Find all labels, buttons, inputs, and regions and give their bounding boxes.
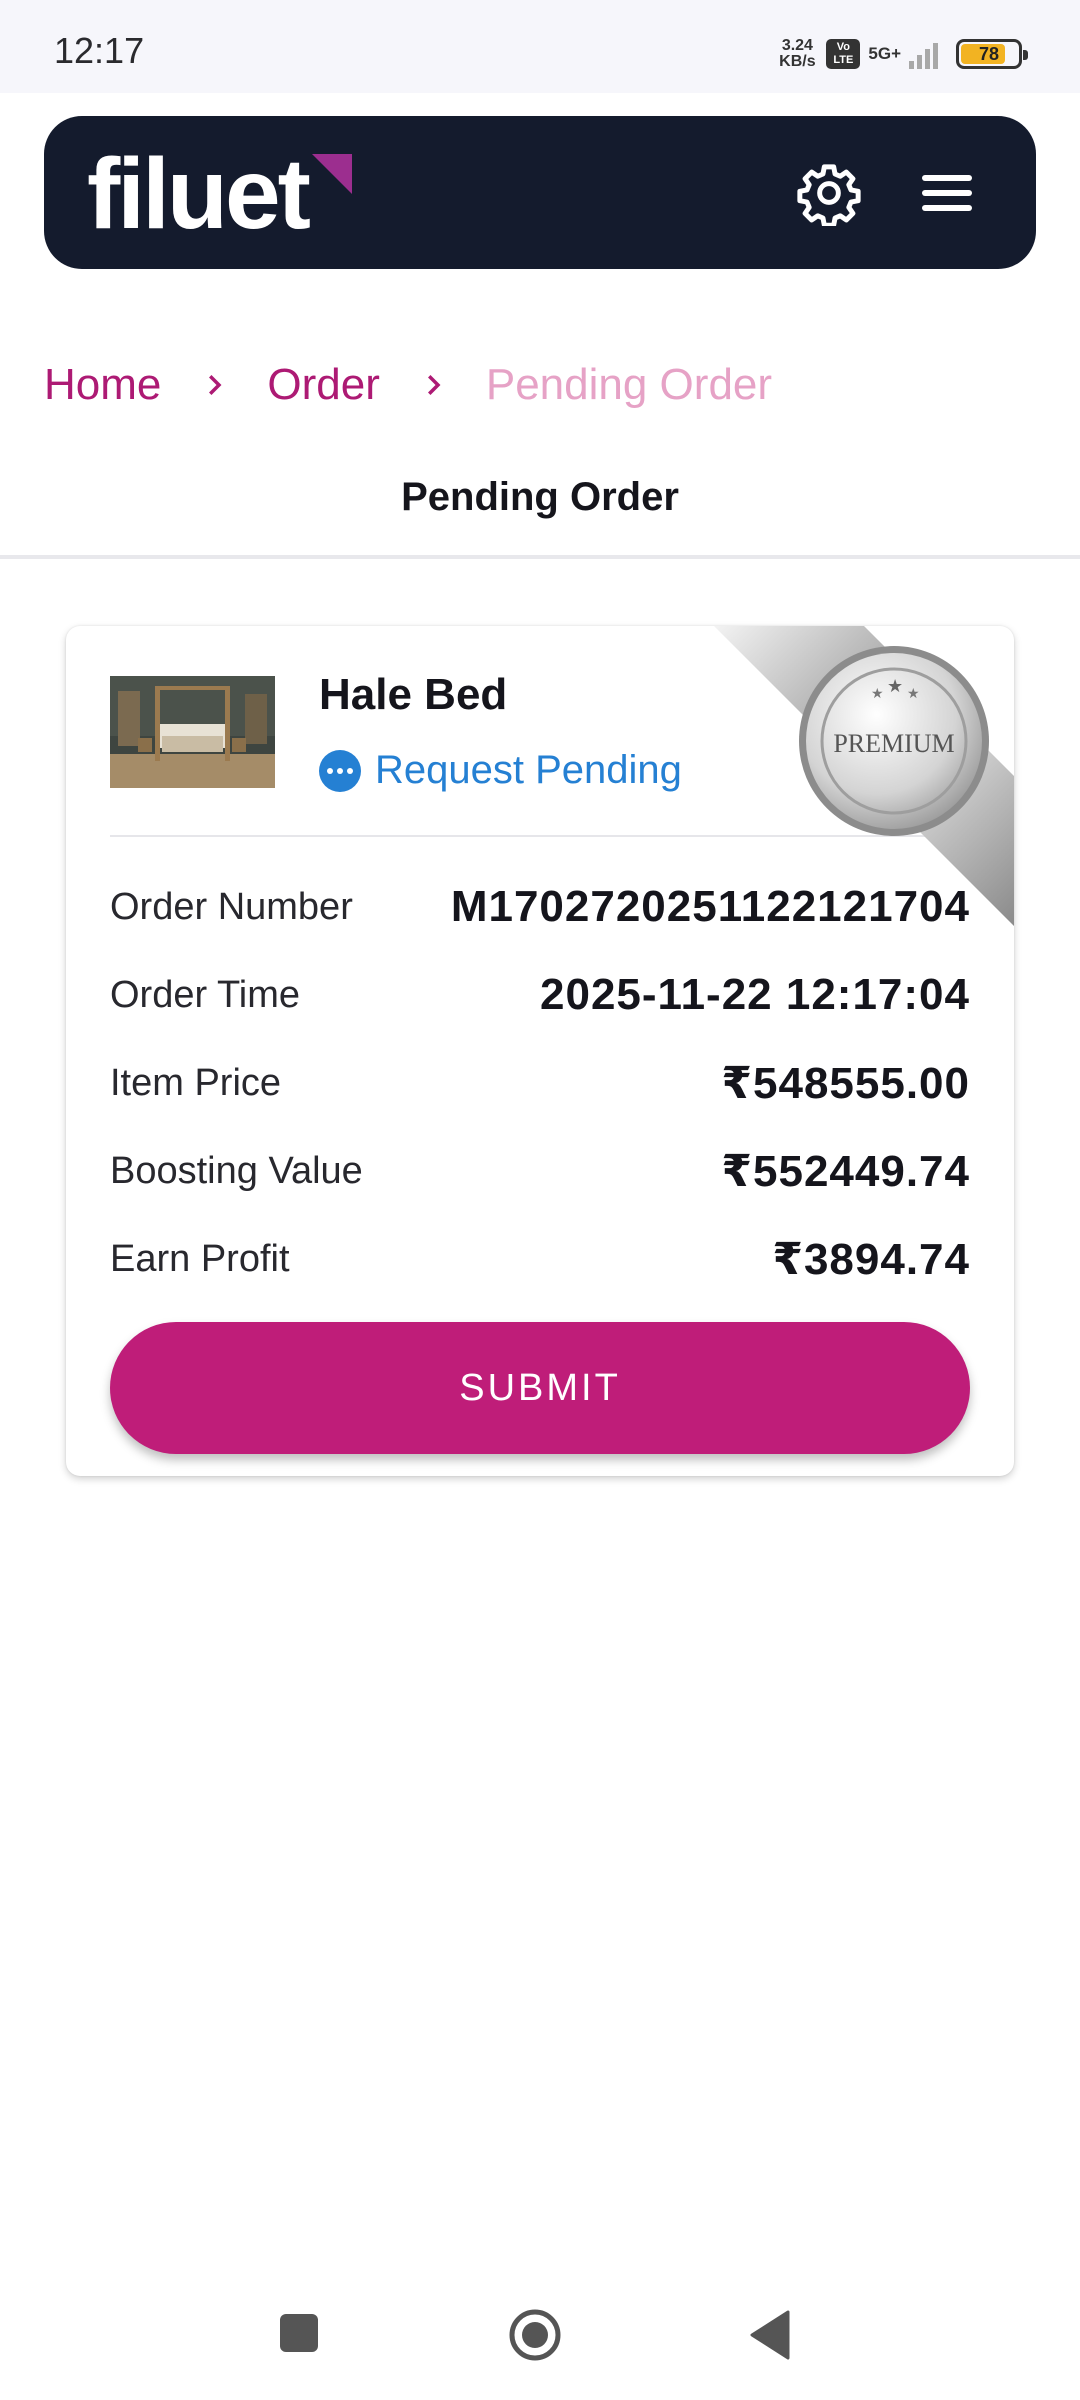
info-label: Order Time [110, 973, 301, 1016]
product-name: Hale Bed [319, 670, 508, 719]
menu-icon [922, 175, 972, 181]
status-label: Request Pending [375, 748, 682, 792]
battery-icon: 78 [956, 39, 1028, 69]
pending-dots-icon [319, 749, 361, 792]
svg-text:PREMIUM: PREMIUM [833, 729, 954, 758]
battery-level: 78 [978, 44, 1000, 64]
info-value: M1702720251122121704 [450, 882, 970, 931]
volte-icon: Vo LTE [826, 39, 861, 69]
breadcrumb: Home Order Pending Order [44, 360, 772, 410]
menu-button[interactable] [914, 160, 980, 226]
product-thumbnail [110, 676, 275, 788]
info-label: Boosting Value [110, 1149, 363, 1192]
logo-accent [312, 154, 352, 194]
order-time-row: Order Time 2025-11-22 12:17:04 [110, 965, 970, 1025]
breadcrumb-home[interactable]: Home [44, 360, 161, 410]
status-icons: 3.24 KB/s Vo LTE 5G+ 78 [776, 34, 1028, 74]
boosting-value-row: Boosting Value ₹552449.74 [110, 1141, 970, 1201]
status-time: 12:17 [54, 30, 145, 71]
chevron-right-icon [209, 375, 222, 395]
info-value: ₹548555.00 [721, 1058, 970, 1108]
info-value: ₹3894.74 [772, 1234, 970, 1284]
filuet-logo[interactable]: filuet [87, 144, 311, 244]
network-speed: 3.24 KB/s [779, 37, 816, 70]
app-header: filuet [44, 116, 1036, 269]
settings-button[interactable] [796, 160, 862, 228]
svg-text:★: ★ [907, 686, 920, 702]
page-title: Pending Order [401, 475, 679, 519]
info-value: 2025-11-22 12:17:04 [540, 970, 970, 1019]
recent-apps-icon[interactable] [280, 2314, 318, 2352]
svg-text:★: ★ [871, 686, 884, 702]
system-nav-bar [0, 2290, 1080, 2380]
breadcrumb-current: Pending Order [485, 360, 773, 409]
signal-icon [909, 39, 938, 69]
order-number-row: Order Number M1702720251122121704 [110, 877, 970, 937]
order-status: Request Pending [319, 748, 682, 793]
breadcrumb-order[interactable]: Order [267, 360, 379, 410]
info-label: Item Price [110, 1061, 282, 1104]
item-price-row: Item Price ₹548555.00 [110, 1053, 970, 1113]
divider [0, 555, 1080, 559]
earn-profit-row: Earn Profit ₹3894.74 [110, 1229, 970, 1289]
chevron-right-icon [427, 375, 441, 395]
svg-text:★: ★ [887, 676, 903, 697]
network-type: 5G+ [868, 44, 901, 63]
gear-icon [797, 164, 861, 228]
submit-button[interactable]: SUBMIT [110, 1322, 970, 1454]
info-value: ₹552449.74 [721, 1146, 970, 1196]
back-icon[interactable] [748, 2308, 792, 2362]
order-card: Hale Bed Request Pending ★ ★ ★ PREMIUM O… [66, 626, 1014, 1476]
info-label: Earn Profit [110, 1237, 290, 1280]
status-bar: 12:17 3.24 KB/s Vo LTE 5G+ 78 [0, 0, 1080, 93]
home-icon[interactable] [508, 2308, 562, 2362]
info-label: Order Number [110, 885, 353, 928]
